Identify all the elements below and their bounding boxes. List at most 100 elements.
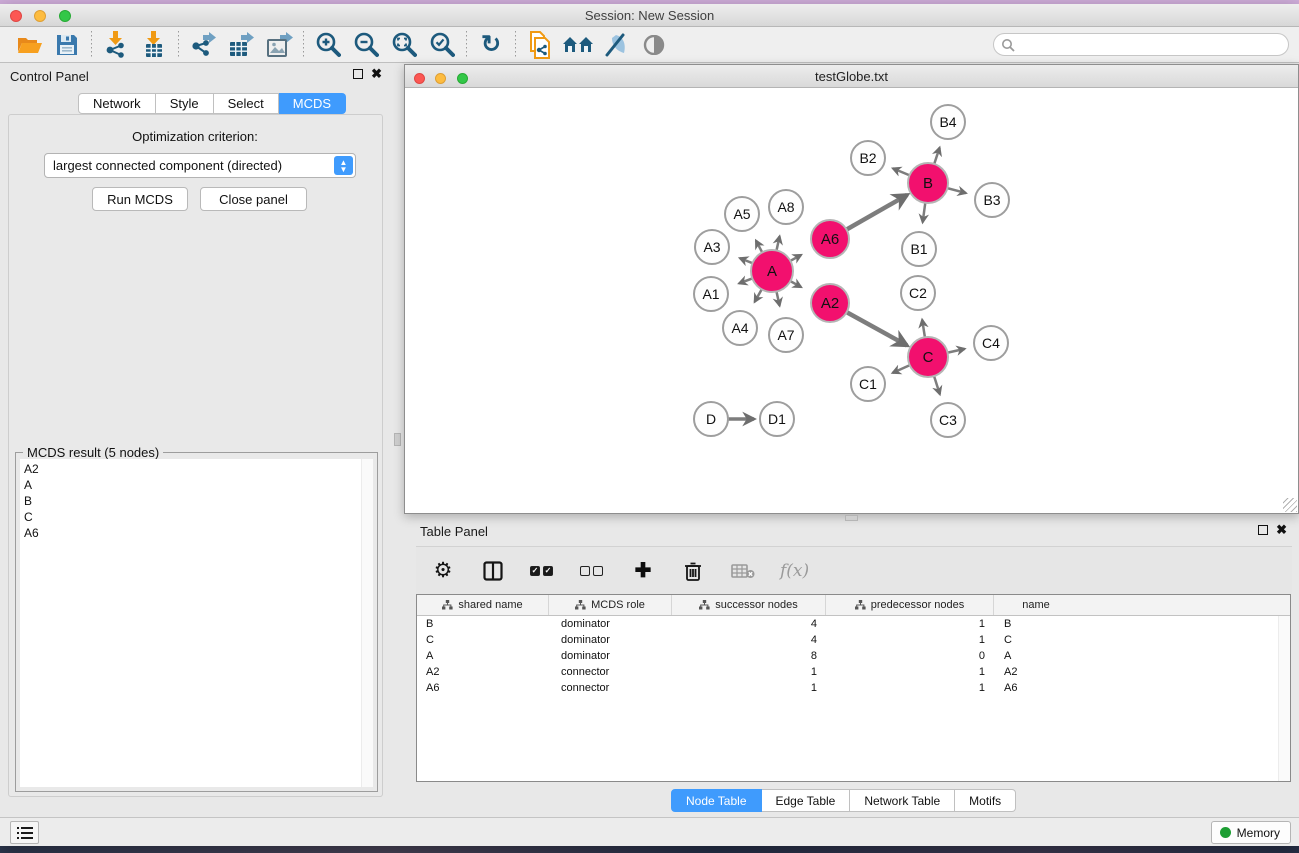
attribute-icon [575,600,586,610]
import-table-button[interactable] [135,30,173,60]
control-panel: Control Panel ✖ Network Style Select MCD… [0,63,390,818]
table-row[interactable]: A2connector11A2 [417,664,1290,680]
refresh-button[interactable]: ↻ [472,30,510,60]
node-table: shared name MCDS role successor nodes pr… [416,594,1291,782]
table-scrollbar[interactable] [1278,616,1290,781]
network-window-titlebar[interactable]: testGlobe.txt [405,65,1298,88]
float-panel-icon[interactable] [353,69,363,79]
add-column-button[interactable]: ✚ [630,558,656,584]
open-session-button[interactable] [10,30,48,60]
open-folder-icon [16,34,43,56]
dropdown-stepper-icon: ▲▼ [334,156,353,175]
close-window-button[interactable] [10,10,22,22]
zoom-in-button[interactable] [309,30,347,60]
function-builder-button[interactable]: f(x) [780,558,809,584]
delete-table-icon [731,563,755,579]
tab-style[interactable]: Style [156,93,214,114]
checked-box-icon: ✓ [543,566,553,576]
table-cell: B [994,616,1078,632]
result-item[interactable]: A6 [24,525,361,541]
result-item[interactable]: C [24,509,361,525]
node-label-C3: C3 [939,412,957,428]
run-mcds-button[interactable]: Run MCDS [92,187,188,211]
mcds-result-list[interactable]: A2ABCA6 [20,459,361,787]
window-titlebar[interactable]: Session: New Session [0,4,1299,27]
deselect-all-button[interactable] [580,558,606,584]
task-history-button[interactable] [10,821,39,844]
tab-network-table[interactable]: Network Table [850,789,955,812]
save-session-button[interactable] [48,30,86,60]
export-network-button[interactable] [184,30,222,60]
table-row[interactable]: Cdominator41C [417,632,1290,648]
tab-node-table[interactable]: Node Table [671,789,762,812]
close-table-panel-icon[interactable]: ✖ [1276,525,1287,535]
delete-table-button[interactable] [730,558,756,584]
float-table-panel-icon[interactable] [1258,525,1268,535]
tab-motifs[interactable]: Motifs [955,789,1016,812]
list-icon [17,826,33,840]
export-image-button[interactable] [260,30,298,60]
column-header-predecessor-nodes[interactable]: predecessor nodes [826,595,994,615]
close-panel-icon[interactable]: ✖ [371,69,382,79]
criterion-dropdown[interactable]: largest connected component (directed) ▲… [44,153,356,178]
mcds-result-group: MCDS result (5 nodes) A2ABCA6 [15,452,378,792]
export-table-button[interactable] [222,30,260,60]
zoom-selected-button[interactable] [423,30,461,60]
result-list-scrollbar[interactable] [361,459,373,787]
close-panel-button[interactable]: Close panel [200,187,307,211]
network-zoom-button[interactable] [457,73,468,84]
network-canvas[interactable]: B4B2BB3A8A5A6A3B1AC2A1A2A4A7C4CC1C3DD1 [406,89,1297,512]
main-toolbar: ↻ [0,27,1299,63]
application-window: Session: New Session [0,4,1299,846]
graphics-details-button[interactable] [597,30,635,60]
column-header-shared-name[interactable]: shared name [417,595,549,615]
table-panel-tabs: Node Table Edge Table Network Table Moti… [671,789,1016,812]
node-label-B4: B4 [939,114,956,130]
column-header-mcds-role[interactable]: MCDS role [549,595,672,615]
zoom-fit-button[interactable] [385,30,423,60]
table-cell: 0 [826,648,994,664]
horizontal-splitter-handle[interactable] [845,515,858,521]
zoom-window-button[interactable] [59,10,71,22]
search-input[interactable] [993,33,1289,56]
table-cell: dominator [549,632,672,648]
table-row[interactable]: Bdominator41B [417,616,1290,632]
attribute-icon [855,600,866,610]
minimize-window-button[interactable] [34,10,46,22]
refresh-icon: ↻ [481,34,501,56]
first-neighbors-button[interactable] [559,30,597,60]
select-all-button[interactable]: ✓ ✓ [530,558,556,584]
node-label-C1: C1 [859,376,877,392]
table-row[interactable]: Adominator80A [417,648,1290,664]
node-label-A3: A3 [703,239,720,255]
import-network-button[interactable] [97,30,135,60]
column-header-successor-nodes[interactable]: successor nodes [672,595,826,615]
import-table-icon [141,31,167,58]
copy-current-view-button[interactable] [521,30,559,60]
node-table-body: Bdominator41BCdominator41CAdominator80AA… [417,616,1290,696]
node-label-A7: A7 [777,327,794,343]
table-settings-button[interactable]: ⚙ [430,558,456,584]
zoom-out-button[interactable] [347,30,385,60]
tab-select[interactable]: Select [214,93,279,114]
tab-mcds[interactable]: MCDS [279,93,346,114]
search-icon [1001,38,1015,52]
resize-grip[interactable] [1283,498,1297,512]
result-item[interactable]: A2 [24,461,361,477]
table-row[interactable]: A6connector11A6 [417,680,1290,696]
network-close-button[interactable] [414,73,425,84]
toggle-columns-button[interactable] [480,558,506,584]
memory-button[interactable]: Memory [1211,821,1291,844]
result-item[interactable]: B [24,493,361,509]
column-header-name[interactable]: name [994,595,1078,615]
vertical-splitter-handle[interactable] [394,433,401,446]
network-graph[interactable]: B4B2BB3A8A5A6A3B1AC2A1A2A4A7C4CC1C3DD1 [406,89,1299,513]
delete-column-button[interactable] [680,558,706,584]
network-minimize-button[interactable] [435,73,446,84]
tab-edge-table[interactable]: Edge Table [762,789,851,812]
tab-network[interactable]: Network [78,93,156,114]
graphics-details-icon [603,33,629,57]
result-item[interactable]: A [24,477,361,493]
table-cell: 1 [672,680,826,696]
eye-button[interactable] [635,30,673,60]
